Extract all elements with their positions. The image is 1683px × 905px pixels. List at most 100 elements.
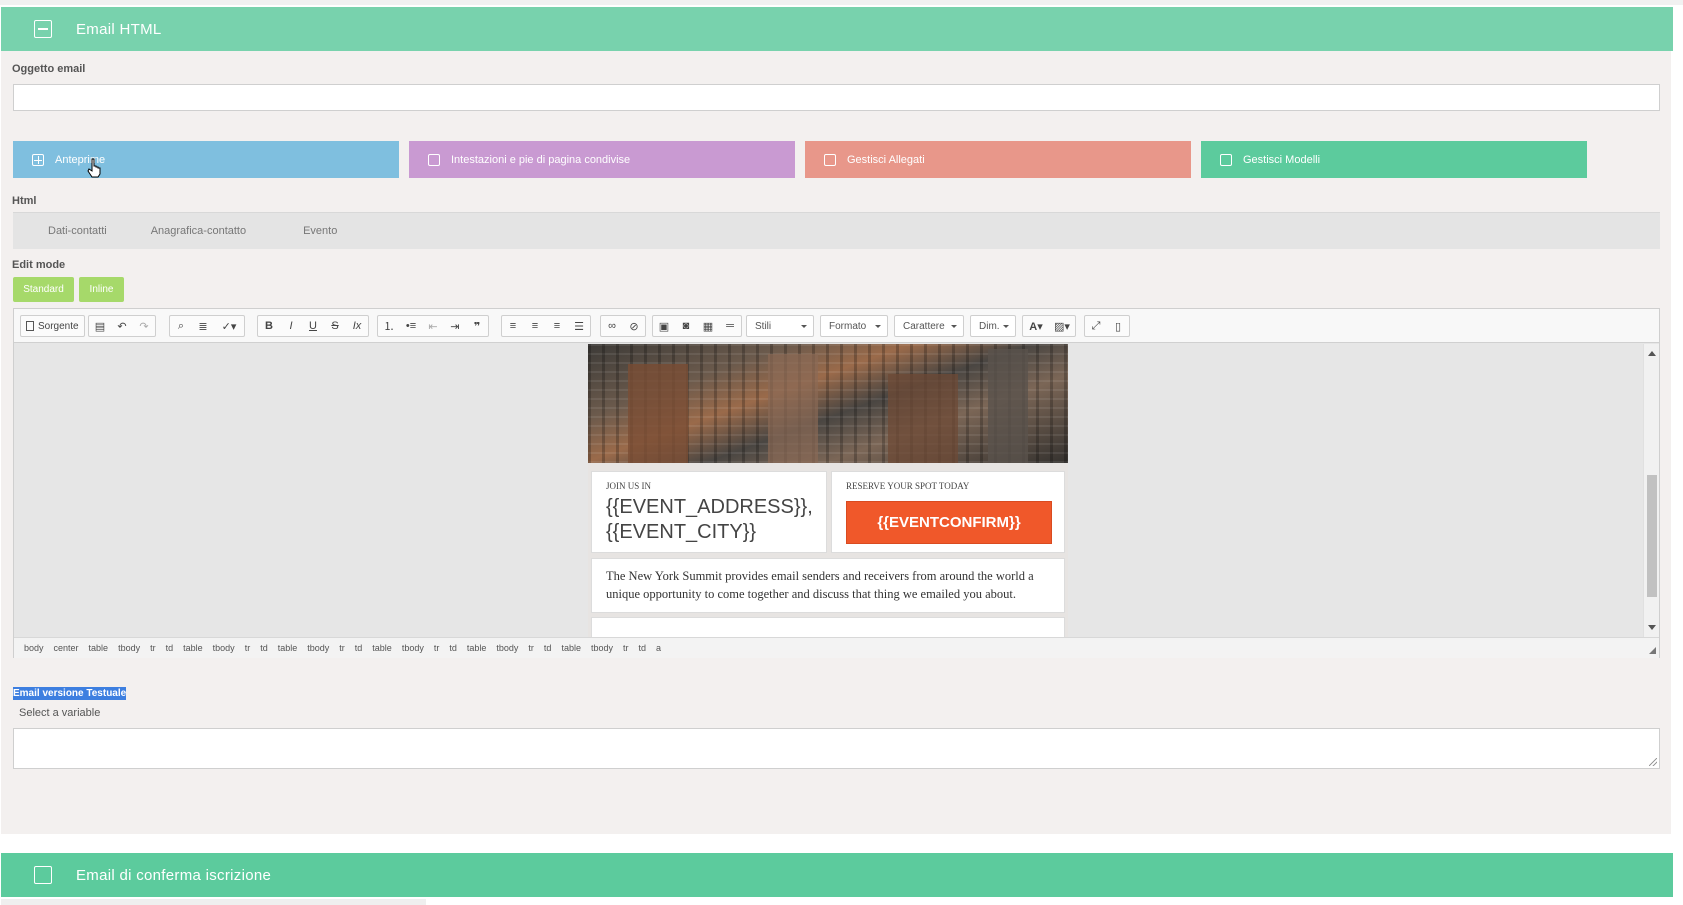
hand-cursor-icon	[87, 158, 101, 178]
background-color-icon[interactable]: ▨▾	[1049, 316, 1075, 336]
scroll-down-icon[interactable]	[1648, 625, 1656, 630]
remove-format-icon[interactable]: Ix	[346, 316, 368, 336]
section-header-confirm-email[interactable]: Email di conferma iscrizione	[1, 853, 1673, 897]
path-crumb[interactable]: tr	[528, 643, 534, 653]
format-combo[interactable]: Formato	[820, 315, 888, 337]
hero-building	[768, 354, 818, 463]
path-crumb[interactable]: td	[355, 643, 363, 653]
undo-icon[interactable]: ↶	[111, 316, 133, 336]
section-header-email-html[interactable]: Email HTML	[1, 7, 1673, 51]
hero-building	[988, 349, 1028, 463]
blockquote-icon[interactable]: ❞	[466, 316, 488, 336]
link-icon[interactable]: ∞	[601, 316, 623, 336]
path-crumb[interactable]: tbody	[213, 643, 235, 653]
horizontal-rule-icon[interactable]: ═	[719, 316, 741, 336]
tile-label: Intestazioni e pie di pagina condivise	[451, 153, 631, 166]
underline-icon[interactable]: U	[302, 316, 324, 336]
resize-handle-icon[interactable]	[1649, 647, 1656, 654]
html-editor: Sorgente ▤ ↶ ↷ ⌕ ≣ ✓▾ B I U S Ix ⒈ •≡ ⇤ …	[13, 308, 1660, 658]
event-confirm-button[interactable]: {{EVENTCONFIRM}}	[846, 501, 1052, 544]
hero-building	[628, 364, 688, 463]
path-crumb[interactable]: td	[260, 643, 268, 653]
path-crumb[interactable]: table	[561, 643, 581, 653]
select-variable-hint[interactable]: Select a variable	[19, 707, 100, 719]
path-crumb[interactable]: table	[89, 643, 109, 653]
path-crumb[interactable]: tr	[150, 643, 156, 653]
description-text: The New York Summit provides email sende…	[606, 569, 1034, 601]
editor-content[interactable]: JOIN US IN {{EVENT_ADDRESS}}, {{EVENT_CI…	[14, 344, 1644, 637]
resize-grip-icon[interactable]	[1649, 758, 1657, 766]
tile-manage-templates[interactable]: Gestisci Modelli	[1201, 141, 1587, 178]
path-crumb[interactable]: tbody	[591, 643, 613, 653]
tile-shared-headers-footers[interactable]: Intestazioni e pie di pagina condivise	[409, 141, 795, 178]
strike-icon[interactable]: S	[324, 316, 346, 336]
path-crumb[interactable]: td	[639, 643, 647, 653]
path-crumb[interactable]: table	[278, 643, 298, 653]
tab-dati-contatti[interactable]: Dati-contatti	[48, 225, 107, 237]
spellcheck-icon[interactable]: ✓▾	[214, 316, 244, 336]
show-blocks-icon[interactable]: ▯	[1107, 316, 1129, 336]
collapse-icon[interactable]	[34, 20, 52, 38]
top-divider	[0, 0, 1683, 5]
text-color-icon[interactable]: A▾	[1023, 316, 1049, 336]
align-right-icon[interactable]: ≡	[546, 316, 568, 336]
path-crumb[interactable]: table	[467, 643, 487, 653]
expand-icon	[32, 153, 44, 166]
path-crumb[interactable]: tbody	[118, 643, 140, 653]
path-crumb[interactable]: tbody	[307, 643, 329, 653]
paste-icon[interactable]: ▤	[89, 316, 111, 336]
path-crumb[interactable]: tr	[339, 643, 345, 653]
bullet-list-icon[interactable]: •≡	[400, 316, 422, 336]
unlink-icon[interactable]: ⊘	[623, 316, 645, 336]
italic-icon[interactable]: I	[280, 316, 302, 336]
font-combo[interactable]: Carattere	[894, 315, 964, 337]
scroll-thumb[interactable]	[1647, 475, 1657, 597]
path-crumb[interactable]: td	[544, 643, 552, 653]
path-crumb[interactable]: table	[372, 643, 392, 653]
maximize-icon[interactable]: ⤢	[1085, 316, 1107, 336]
editor-scrollbar[interactable]	[1643, 344, 1659, 637]
replace-icon[interactable]: ≣	[192, 316, 214, 336]
styles-combo[interactable]: Stili	[746, 315, 814, 337]
redo-icon[interactable]: ↷	[133, 316, 155, 336]
path-crumb[interactable]: tr	[623, 643, 629, 653]
tile-manage-attachments[interactable]: Gestisci Allegati	[805, 141, 1191, 178]
align-justify-icon[interactable]: ☰	[568, 316, 590, 336]
scroll-up-icon[interactable]	[1648, 351, 1656, 356]
path-crumb[interactable]: body	[24, 643, 44, 653]
tab-evento[interactable]: Evento	[303, 225, 337, 237]
tile-previews[interactable]: Anteprime	[13, 141, 399, 178]
html-label: Html	[12, 195, 37, 207]
path-crumb[interactable]: center	[54, 643, 79, 653]
join-us-box: JOIN US IN {{EVENT_ADDRESS}}, {{EVENT_CI…	[591, 471, 827, 553]
source-button[interactable]: Sorgente	[21, 316, 84, 336]
inline-mode-button[interactable]: Inline	[79, 277, 124, 302]
numbered-list-icon[interactable]: ⒈	[378, 316, 400, 336]
section-title: Email di conferma iscrizione	[76, 866, 272, 884]
path-crumb[interactable]: tbody	[402, 643, 424, 653]
align-center-icon[interactable]: ≡	[524, 316, 546, 336]
path-crumb[interactable]: table	[183, 643, 203, 653]
bold-icon[interactable]: B	[258, 316, 280, 336]
path-crumb[interactable]: tr	[434, 643, 440, 653]
toolbar-group-format: B I U S Ix	[257, 315, 369, 337]
subject-input[interactable]	[13, 84, 1660, 111]
path-crumb[interactable]: tbody	[496, 643, 518, 653]
path-crumb[interactable]: td	[449, 643, 457, 653]
outdent-icon[interactable]: ⇤	[422, 316, 444, 336]
standard-mode-button[interactable]: Standard	[13, 277, 74, 302]
find-icon[interactable]: ⌕	[170, 316, 192, 336]
table-icon[interactable]: ▦	[697, 316, 719, 336]
image-icon[interactable]: ▣	[653, 316, 675, 336]
expand-icon[interactable]	[34, 866, 52, 884]
tab-anagrafica-contatto[interactable]: Anagrafica-contatto	[151, 225, 246, 237]
align-left-icon[interactable]: ≡	[502, 316, 524, 336]
flash-icon[interactable]: ◙	[675, 316, 697, 336]
text-version-textarea[interactable]	[13, 728, 1660, 769]
path-crumb[interactable]: a	[656, 643, 661, 653]
path-crumb[interactable]: td	[166, 643, 174, 653]
size-combo[interactable]: Dim.	[970, 315, 1016, 337]
indent-icon[interactable]: ⇥	[444, 316, 466, 336]
toolbar-group-clipboard: ▤ ↶ ↷	[88, 315, 156, 337]
path-crumb[interactable]: tr	[245, 643, 251, 653]
